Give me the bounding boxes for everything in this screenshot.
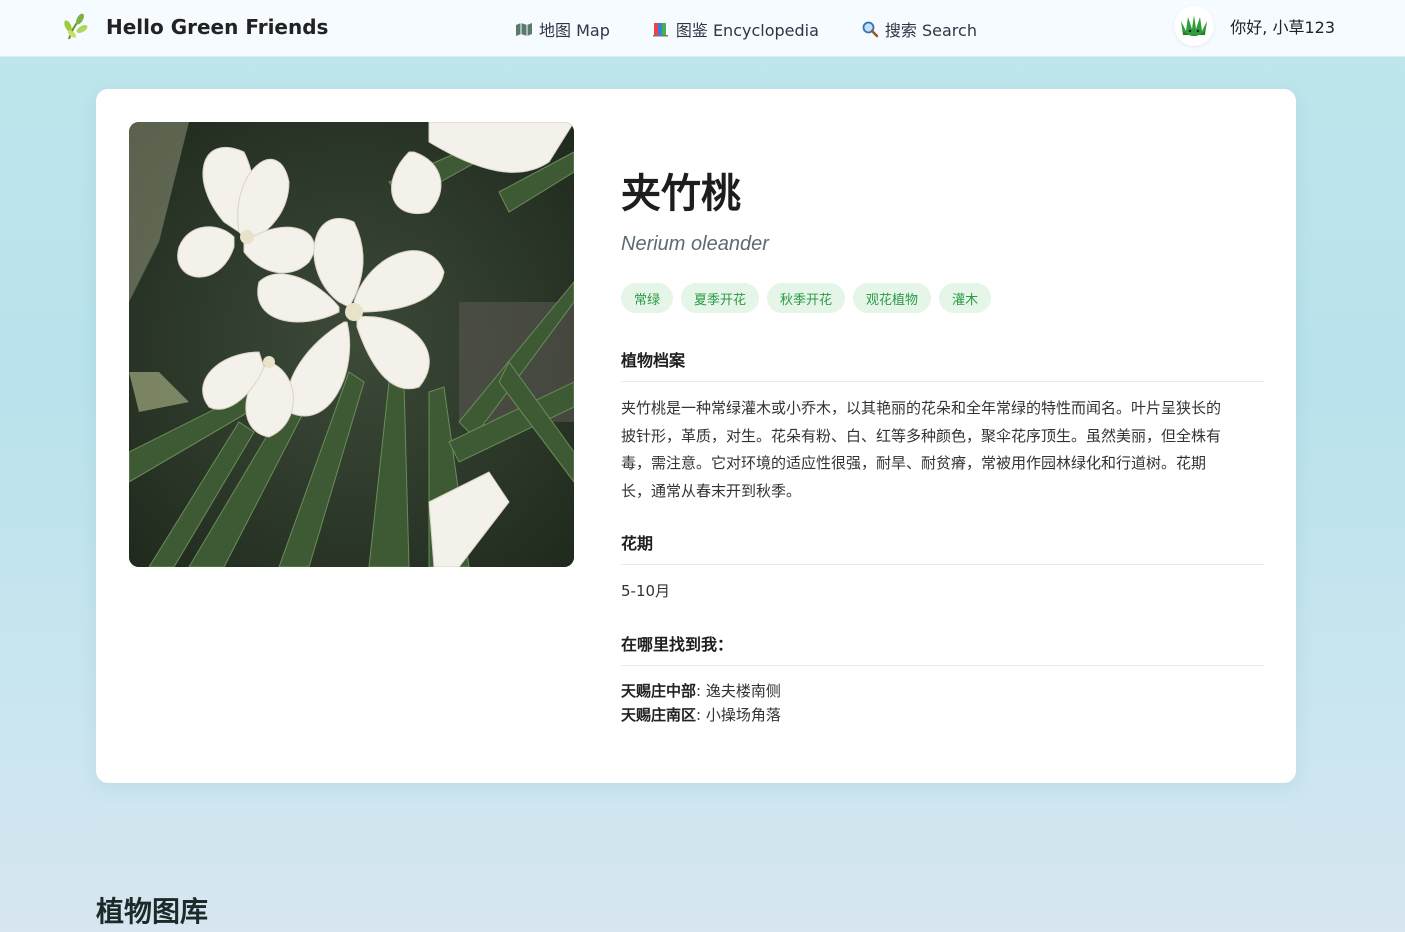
sprout-icon — [60, 12, 90, 42]
plant-name: 夹竹桃 — [621, 171, 741, 217]
location-spot: : 小操场角落 — [696, 706, 781, 724]
location-area: 天赐庄南区 — [621, 706, 697, 724]
gallery-title: 植物图库 — [96, 895, 209, 928]
user-greeting: 你好, 小草123 — [1230, 18, 1335, 37]
nav-encyclopedia[interactable]: 图鉴 Encyclopedia — [652, 17, 819, 41]
books-icon — [652, 20, 670, 38]
nav-encyclopedia-label: 图鉴 Encyclopedia — [675, 20, 819, 40]
profile-section-title: 植物档案 — [621, 347, 1264, 382]
tag-evergreen[interactable]: 常绿 — [621, 283, 674, 313]
tag-summer-bloom[interactable]: 夏季开花 — [681, 283, 760, 313]
description-line: 披针形，革质，对生。花朵有粉、白、红等多种颜色，聚伞花序顶生。虽然美丽，但全株有 — [621, 426, 1222, 445]
user-menu[interactable]: 你好, 小草123 — [1174, 6, 1335, 46]
location-section-title: 在哪里找到我： — [621, 631, 1264, 666]
tag-shrub[interactable]: 灌木 — [939, 283, 992, 313]
magnifier-icon — [861, 20, 879, 38]
nav-map-label: 地图 Map — [539, 20, 610, 40]
grass-avatar-icon[interactable] — [1174, 6, 1215, 46]
brand[interactable]: Hello Green Friends — [60, 12, 328, 42]
main-nav: 地图 Map 图鉴 Encyclopedia 搜索 Search — [515, 0, 977, 57]
section-divider — [96, 830, 1296, 831]
bloom-section-title: 花期 — [621, 530, 1264, 565]
location-item: 天赐庄南区: 小操场角落 — [621, 704, 781, 725]
plant-photo — [129, 122, 574, 567]
plant-tags: 常绿 夏季开花 秋季开花 观花植物 灌木 — [621, 283, 992, 313]
plant-description: 夹竹桃是一种常绿灌木或小乔木，以其艳丽的花朵和全年常绿的特性而闻名。叶片呈狭长的… — [621, 395, 1264, 505]
description-line: 毒，需注意。它对环境的适应性很强，耐旱、耐贫瘠，常被用作园林绿化和行道树。花期 — [621, 454, 1207, 472]
plant-detail-card: 夹竹桃 Nerium oleander 常绿 夏季开花 秋季开花 观花植物 灌木… — [96, 89, 1296, 783]
nav-search-label: 搜索 Search — [884, 20, 977, 40]
plant-latin-name: Nerium oleander — [621, 233, 769, 255]
location-spot: : 逸夫楼南侧 — [696, 682, 781, 700]
top-navbar: Hello Green Friends 地图 Map 图鉴 Encycloped… — [0, 0, 1405, 57]
description-line: 长，通常从春末开到秋季。 — [621, 481, 802, 500]
nav-map[interactable]: 地图 Map — [515, 17, 610, 41]
map-icon — [515, 20, 533, 38]
tag-ornamental-flower[interactable]: 观花植物 — [853, 283, 932, 313]
tag-autumn-bloom[interactable]: 秋季开花 — [767, 283, 846, 313]
nav-search[interactable]: 搜索 Search — [861, 17, 977, 41]
brand-title: Hello Green Friends — [106, 15, 329, 39]
location-item: 天赐庄中部: 逸夫楼南侧 — [621, 680, 781, 701]
location-area: 天赐庄中部 — [621, 682, 697, 700]
bloom-period: 5-10月 — [621, 582, 671, 600]
description-line: 夹竹桃是一种常绿灌木或小乔木，以其艳丽的花朵和全年常绿的特性而闻名。叶片呈狭长的 — [621, 399, 1222, 417]
